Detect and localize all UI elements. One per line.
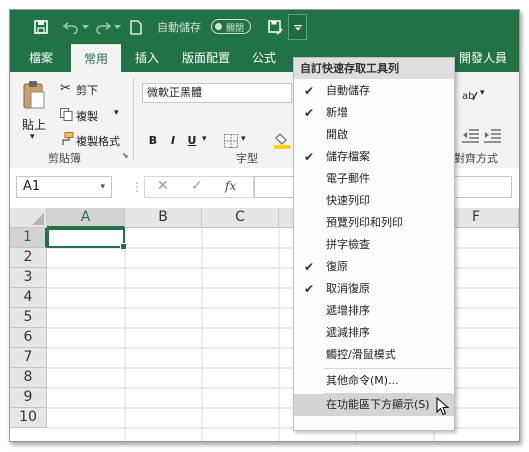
redo-icon[interactable] <box>94 18 112 36</box>
column-header-c[interactable]: C <box>202 208 279 228</box>
row-header-7[interactable]: 7 <box>10 348 47 368</box>
title-bar: 自動儲存 關閉 <box>10 10 519 44</box>
row-header-2[interactable]: 2 <box>10 248 47 268</box>
copy-icon <box>60 108 73 121</box>
autosave-state: 關閉 <box>226 24 245 34</box>
row-header-3[interactable]: 3 <box>10 268 47 288</box>
menu-item-sort-ascending[interactable]: 遞增排序 <box>294 300 454 322</box>
borders-dropdown-icon[interactable]: ▾ <box>241 134 246 144</box>
paste-label[interactable]: 貼上 <box>22 116 46 133</box>
undo-dropdown-icon[interactable] <box>80 18 90 36</box>
fill-color-icon[interactable] <box>274 131 290 149</box>
menu-item-show-below-ribbon[interactable]: 在功能區下方顯示(S) <box>294 394 454 416</box>
italic-button[interactable]: I <box>164 132 182 150</box>
autosave-toggle[interactable]: 關閉 <box>211 19 251 34</box>
format-painter-button[interactable]: 複製格式 <box>76 133 120 149</box>
column-header-b[interactable]: B <box>125 208 202 228</box>
underline-dropdown-icon[interactable]: ▾ <box>202 134 207 144</box>
name-box[interactable]: A1 ▾ <box>16 176 112 198</box>
row-header-10[interactable]: 10 <box>10 408 47 428</box>
check-icon: ✔ <box>304 282 315 296</box>
name-box-value: A1 <box>23 179 41 194</box>
fill-handle[interactable] <box>120 243 127 250</box>
copy-dropdown-icon[interactable]: ▾ <box>114 108 119 118</box>
column-header-a[interactable]: A <box>47 208 125 228</box>
menu-item-sort-descending[interactable]: 遞減排序 <box>294 322 454 344</box>
select-all-corner[interactable] <box>10 208 47 228</box>
tab-insert[interactable]: 插入 <box>128 44 166 72</box>
menu-item-redo[interactable]: ✔ 取消復原 <box>294 278 454 300</box>
formula-bar-grip-icon: ⋮ <box>131 180 143 194</box>
redo-dropdown-icon[interactable] <box>112 18 122 36</box>
alignment-group-label: 對齊方式 <box>454 152 498 165</box>
toggle-knob-icon <box>215 23 222 30</box>
tab-formulas[interactable]: 公式 <box>246 44 282 72</box>
borders-icon[interactable] <box>224 134 238 148</box>
row-header-8[interactable]: 8 <box>10 368 47 388</box>
menu-item-touch-mode[interactable]: 觸控/滑鼠模式 <box>294 344 454 366</box>
decrease-indent-icon[interactable] <box>462 129 480 143</box>
menu-item-save[interactable]: ✔ 儲存檔案 <box>294 146 454 168</box>
svg-text:ab: ab <box>462 91 474 102</box>
tab-page-layout[interactable]: 版面配置 <box>176 44 236 72</box>
row-header-5[interactable]: 5 <box>10 308 47 328</box>
bold-button[interactable]: B <box>144 132 162 150</box>
menu-item-quick-print[interactable]: 快速列印 <box>294 190 454 212</box>
enter-icon[interactable]: ✓ <box>191 178 203 194</box>
save-as-icon[interactable] <box>266 18 284 36</box>
customize-qat-button[interactable] <box>288 14 307 40</box>
font-group-label: 字型 <box>236 152 258 165</box>
menu-divider <box>324 368 452 369</box>
menu-item-print-preview[interactable]: 預覽列印和列印 <box>294 212 454 234</box>
clipboard-launcher-icon[interactable]: ⬊ <box>122 151 129 160</box>
underline-button[interactable]: U <box>183 132 201 150</box>
menu-item-open[interactable]: 開啟 <box>294 124 454 146</box>
row-header-4[interactable]: 4 <box>10 288 47 308</box>
menu-item-undo[interactable]: ✔ 復原 <box>294 256 454 278</box>
increase-indent-icon[interactable] <box>484 129 502 143</box>
check-icon: ✔ <box>304 84 315 98</box>
orientation-icon[interactable]: ab <box>462 88 478 102</box>
tab-home[interactable]: 常用 <box>71 44 121 73</box>
format-painter-icon <box>60 132 74 146</box>
save-icon[interactable] <box>32 18 50 36</box>
clipboard-group-label: 剪貼簿 <box>48 152 81 165</box>
cut-button[interactable]: 剪下 <box>76 82 98 98</box>
paste-icon[interactable] <box>22 80 46 110</box>
formula-buttons: ✕ ✓ fx <box>144 176 254 198</box>
check-icon: ✔ <box>304 150 315 164</box>
new-file-icon[interactable] <box>128 18 144 36</box>
insert-function-button[interactable]: fx <box>225 179 236 193</box>
scissors-icon: ✂ <box>60 81 71 96</box>
menu-item-email[interactable]: 電子郵件 <box>294 168 454 190</box>
tab-developer[interactable]: 開發人員 <box>454 44 512 72</box>
row-header-6[interactable]: 6 <box>10 328 47 348</box>
row-header-1[interactable]: 1 <box>10 228 47 248</box>
undo-icon[interactable] <box>62 18 80 36</box>
menu-header: 自訂快速存取工具列 <box>294 58 454 79</box>
active-cell-a1[interactable] <box>47 228 127 250</box>
copy-button[interactable]: 複製 <box>76 108 98 124</box>
menu-item-autosave[interactable]: ✔ 自動儲存 <box>294 80 454 102</box>
menu-item-spelling[interactable]: 拼字檢查 <box>294 234 454 256</box>
name-box-dropdown-icon[interactable]: ▾ <box>100 177 105 197</box>
orientation-dropdown-icon[interactable]: ▾ <box>480 88 485 98</box>
menu-item-new[interactable]: ✔ 新增 <box>294 102 454 124</box>
row-header-9[interactable]: 9 <box>10 388 47 408</box>
tab-file[interactable]: 檔案 <box>22 44 60 72</box>
group-divider <box>133 78 134 160</box>
mouse-cursor-icon <box>436 396 450 417</box>
cancel-icon[interactable]: ✕ <box>157 178 169 194</box>
autosave-label: 自動儲存 <box>157 21 201 34</box>
check-icon: ✔ <box>304 260 315 274</box>
paste-dropdown-icon[interactable]: ▾ <box>30 132 35 142</box>
font-name-box[interactable]: 微軟正黑體 <box>142 83 292 103</box>
customize-qat-menu: 自訂快速存取工具列 ✔ 自動儲存 ✔ 新增 開啟 ✔ 儲存檔案 電子郵件 快速列… <box>293 57 455 431</box>
menu-item-more-commands[interactable]: 其他命令(M)... <box>294 370 454 392</box>
excel-window: 自動儲存 關閉 檔案 常用 插入 版面配置 公式 開發人員 貼上 ▾ ✂ 剪下 <box>9 9 520 442</box>
check-icon: ✔ <box>304 106 315 120</box>
